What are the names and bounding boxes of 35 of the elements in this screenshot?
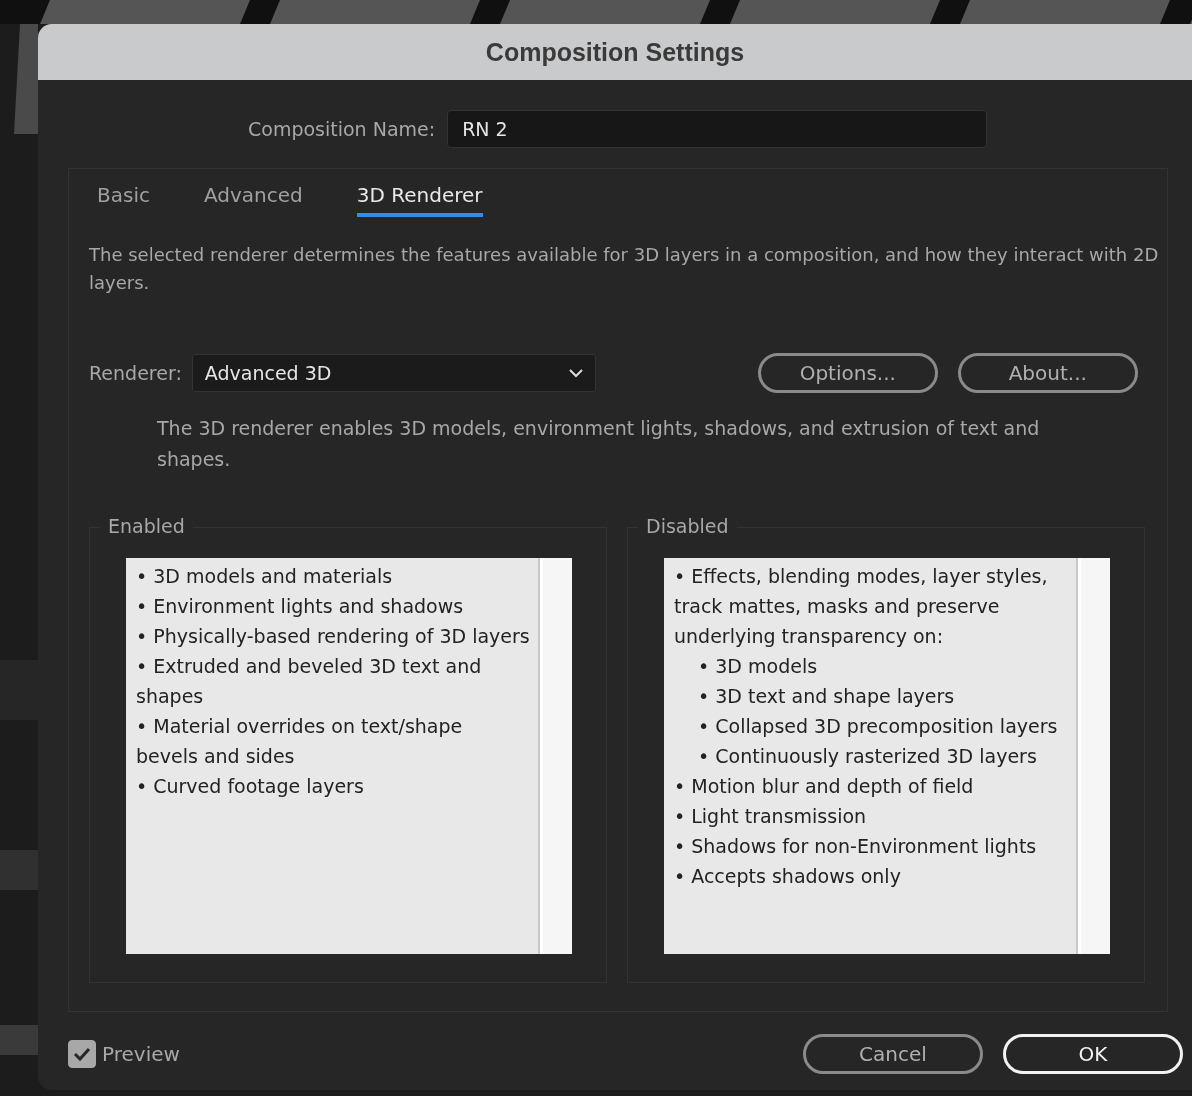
list-item: • Environment lights and shadows [136,594,465,619]
list-item: • Collapsed 3D precomposition layers [697,714,1059,739]
composition-name-label: Composition Name: [248,118,436,140]
list-item: • Shadows for non-Environment lights [674,834,1038,859]
list-item: • 3D text and shape layers [697,684,956,709]
tab[interactable]: Basic [97,183,150,217]
list-item: • Effects, blending modes, layer styles, track mattes, masks and preserve underlying transparency on: [674,564,1049,649]
ok-button[interactable]: OK [1003,1034,1183,1074]
description-text: The selected renderer determines the features available for 3D layers in a composition, and how they interact with 2D layers. [89,243,1159,295]
scrollbar[interactable] [1076,558,1110,954]
preview-checkbox[interactable] [68,1040,96,1068]
renderer-dropdown[interactable]: Advanced 3D [191,354,596,392]
chevron-down-icon [568,368,583,378]
list-item: • Light transmission [674,804,868,829]
window-title: Composition Settings [485,37,745,67]
list-item: • Accepts shadows only [674,864,902,889]
list-item: • Extruded and beveled 3D text and shapes [136,654,483,709]
dialog-button[interactable]: Options... [757,353,938,393]
list-item: • Motion blur and depth of field [674,774,975,799]
list-item: • Continuously rasterized 3D layers [697,744,1038,769]
list-item: • Material overrides on text/shape bevels and sides [136,714,464,769]
tab[interactable]: Advanced [203,183,303,217]
list-item: • Physically-based rendering of 3D layers [136,624,530,649]
list-item: • 3D models [697,654,819,679]
preview-label: Preview [102,1042,180,1066]
renderer-label: Renderer: [89,362,182,384]
dialog-button[interactable]: About... [957,353,1138,393]
checkmark-icon [73,1047,91,1061]
renderer-note: The 3D renderer enables 3D models, environment lights, shadows, and extrusion of text and shapes. [157,416,1041,472]
list-item: • Curved footage layers [136,774,365,799]
tab[interactable]: 3D Renderer [356,183,483,217]
scrollbar[interactable] [538,558,572,954]
cancel-button[interactable]: Cancel [803,1034,983,1074]
list-item: • 3D models and materials [136,564,394,589]
composition-name-field[interactable]: RN 2 [447,110,988,148]
